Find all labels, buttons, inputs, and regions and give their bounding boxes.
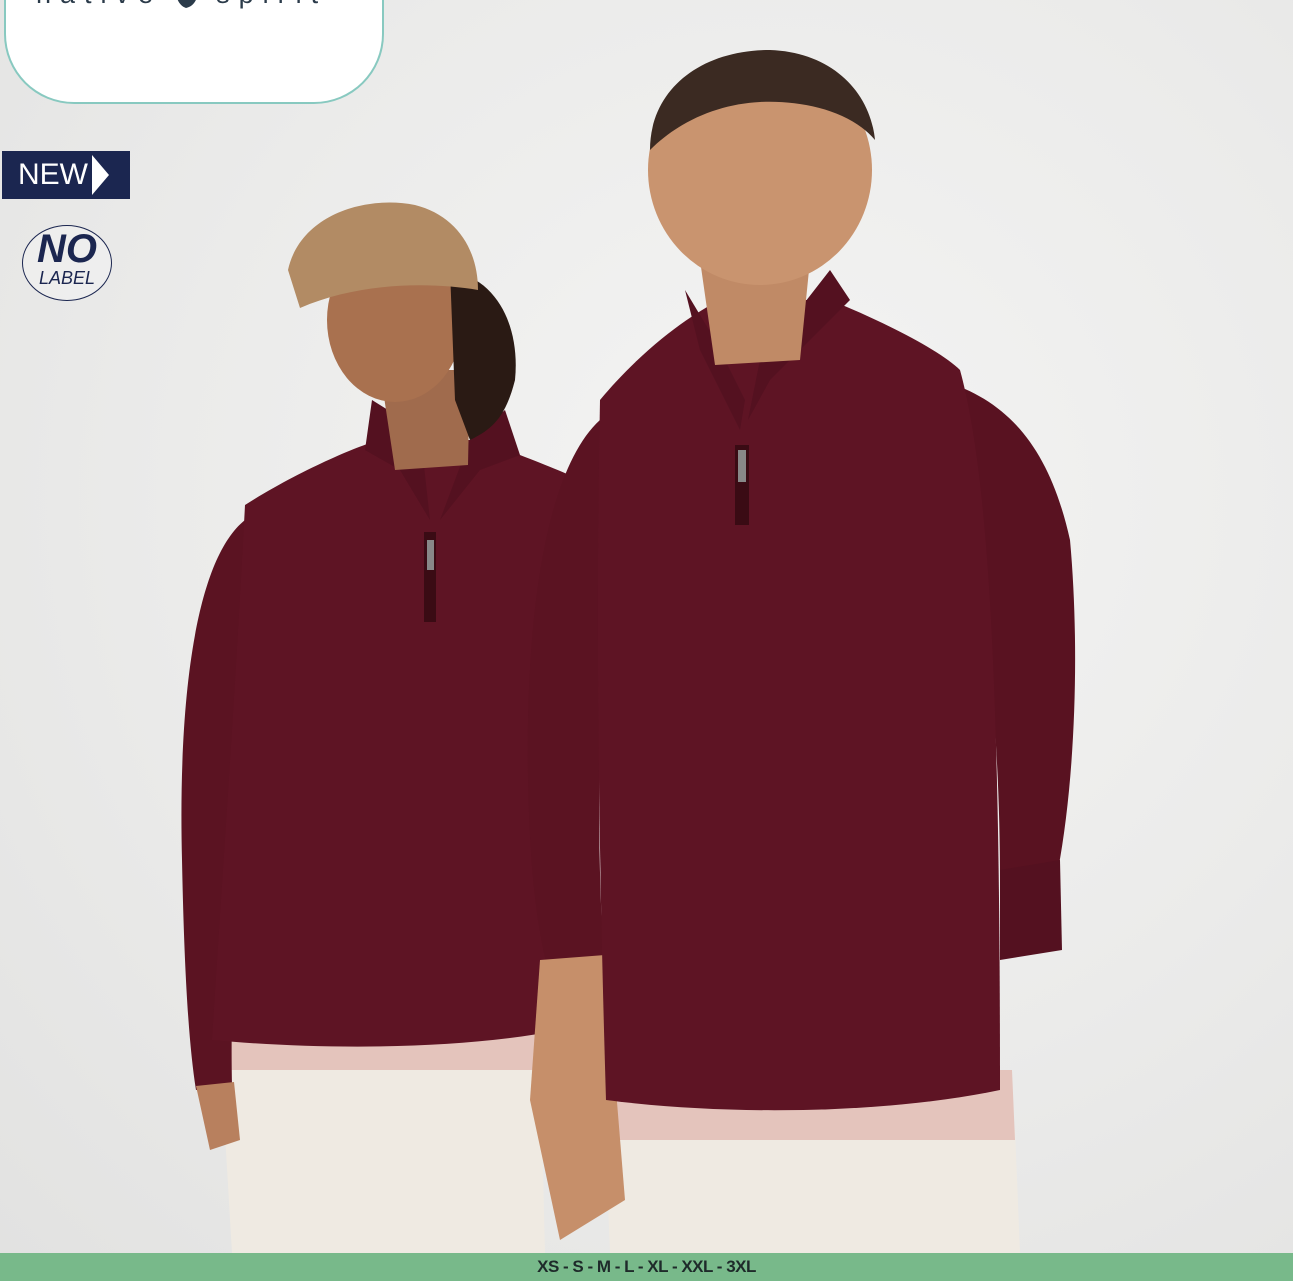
man-zipper-pull [738,450,746,482]
new-badge-label: NEW [18,158,88,191]
brand-logo: native spirit [36,0,366,14]
no-label-small-text: LABEL [38,268,96,288]
no-label-big-text: NO [37,227,97,271]
no-label-badge: NO LABEL [22,225,112,301]
size-range-bar: XS - S - M - L - XL - XXL - 3XL [0,1253,1293,1281]
brand-word-native: native [36,0,162,10]
models-illustration [181,50,1076,1253]
arrow-right-icon [92,155,109,195]
brand-word-spirit: spirit [216,0,327,10]
size-range-label: XS - S - M - L - XL - XXL - 3XL [537,1257,756,1276]
product-photo [0,0,1293,1253]
man-sweater [597,300,1000,1111]
native-spirit-leaf-icon [177,0,196,8]
woman-sweater [212,440,580,1047]
woman-zipper-pull [427,540,434,570]
brand-logo-frame: native spirit [4,0,384,104]
new-badge: NEW [2,151,130,199]
man-cuff [1000,860,1062,960]
woman-hand [196,1082,240,1150]
woman-pants [220,1050,545,1253]
man-pants [605,1130,1020,1253]
